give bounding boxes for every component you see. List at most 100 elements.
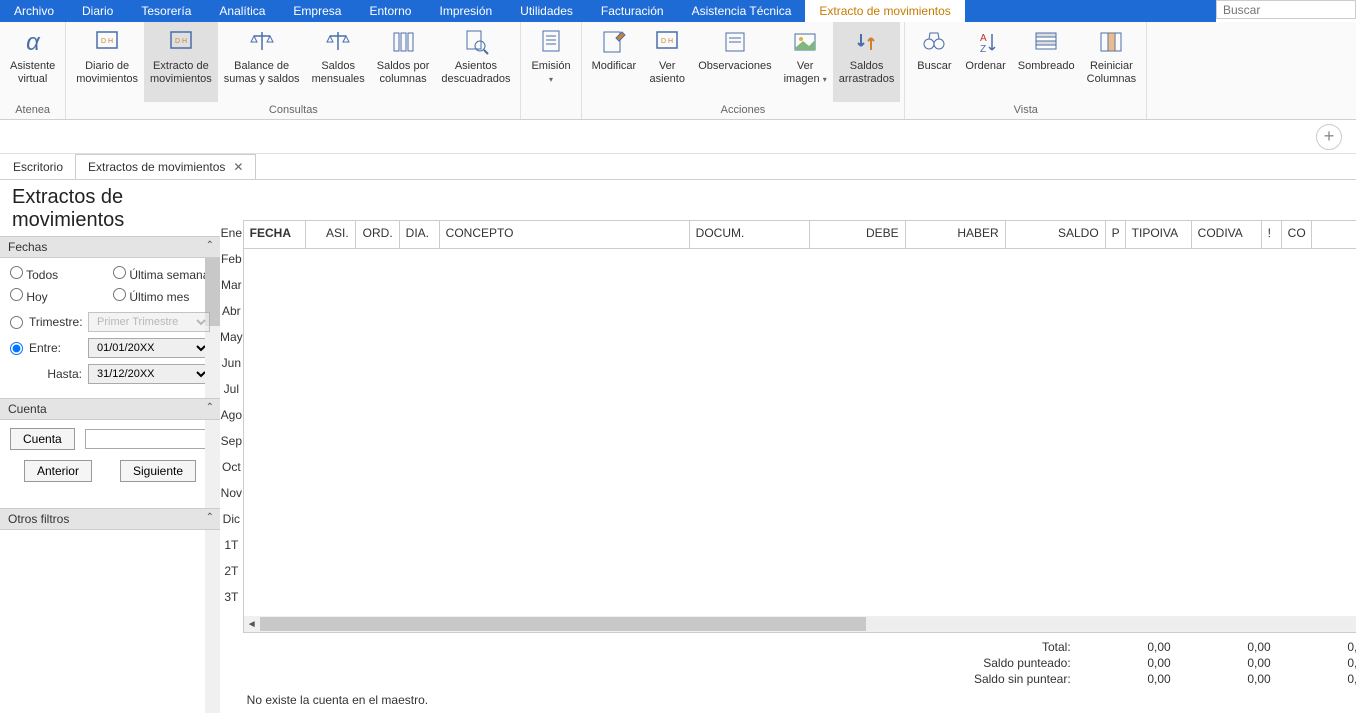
chevron-up-icon: ⌃ xyxy=(206,512,214,523)
menu-item-entorno[interactable]: Entorno xyxy=(355,0,425,22)
month-mar[interactable]: Mar xyxy=(220,272,243,298)
month-oct[interactable]: Oct xyxy=(220,454,243,480)
ribbon-diario-de-button[interactable]: D HDiario demovimientos xyxy=(70,22,144,102)
entre-date[interactable]: 01/01/20XX xyxy=(88,338,210,358)
menu-item-analítica[interactable]: Analítica xyxy=(205,0,279,22)
menu-item-archivo[interactable]: Archivo xyxy=(0,0,68,22)
ribbon-button-label: Asientosdescuadrados xyxy=(441,60,510,86)
col-codiva[interactable]: CODIVA xyxy=(1192,221,1262,248)
month-abr[interactable]: Abr xyxy=(220,298,243,324)
col-[interactable]: ! xyxy=(1262,221,1282,248)
radio-trimestre[interactable]: Trimestre: xyxy=(10,315,82,329)
anterior-button[interactable]: Anterior xyxy=(24,460,92,482)
month-may[interactable]: May xyxy=(220,324,243,350)
col-fecha[interactable]: FECHA xyxy=(244,221,306,248)
tabs-row: EscritorioExtractos de movimientos✕ xyxy=(0,154,1356,180)
ribbon-reiniciar-button[interactable]: ReiniciarColumnas xyxy=(1081,22,1143,102)
col-haber[interactable]: HABER xyxy=(906,221,1006,248)
month-1t[interactable]: 1T xyxy=(220,532,243,558)
month-sep[interactable]: Sep xyxy=(220,428,243,454)
col-ord[interactable]: ORD. xyxy=(356,221,400,248)
month-2t[interactable]: 2T xyxy=(220,558,243,584)
ribbon-ver-button[interactable]: D HVerasiento xyxy=(642,22,692,102)
totals-row: Saldo punteado:0,000,000,00 xyxy=(243,655,1356,671)
ribbon-observaciones-button[interactable]: Observaciones xyxy=(692,22,777,102)
siguiente-button[interactable]: Siguiente xyxy=(120,460,196,482)
totals-saldo: 0,00 xyxy=(1279,640,1356,654)
ribbon-emisión-button[interactable]: Emisión▾ xyxy=(525,22,576,114)
trimestre-select: Primer Trimestre xyxy=(88,312,210,332)
filter-header-cuenta[interactable]: Cuenta ⌃ xyxy=(0,398,220,420)
svg-text:A: A xyxy=(980,33,987,44)
ribbon-group-label: Acciones xyxy=(586,102,901,119)
plus-row: + xyxy=(0,120,1356,154)
cuenta-input[interactable] xyxy=(85,429,220,449)
filter-panel: Fechas ⌃ Todos Última semana Hoy Último … xyxy=(0,236,220,713)
radio-entre[interactable]: Entre: xyxy=(10,341,82,355)
filter-header-cuenta-label: Cuenta xyxy=(8,402,47,416)
hasta-date[interactable]: 31/12/20XX xyxy=(88,364,210,384)
cuenta-button[interactable]: Cuenta xyxy=(10,428,75,450)
ribbon-ver-button[interactable]: Verimagen ▾ xyxy=(778,22,833,102)
ribbon-saldos-por-button[interactable]: Saldos porcolumnas xyxy=(371,22,436,102)
col-p[interactable]: P xyxy=(1106,221,1126,248)
scales-icon xyxy=(246,26,278,58)
chevron-up-icon: ⌃ xyxy=(206,240,214,251)
totals-debe: 0,00 xyxy=(1079,656,1179,670)
totals-haber: 0,00 xyxy=(1179,672,1279,686)
ribbon-saldos-button[interactable]: Saldosarrastrados xyxy=(833,22,901,102)
col-debe[interactable]: DEBE xyxy=(810,221,906,248)
col-co[interactable]: CO xyxy=(1282,221,1312,248)
month-jul[interactable]: Jul xyxy=(220,376,243,402)
month-jun[interactable]: Jun xyxy=(220,350,243,376)
ribbon-asistente-button[interactable]: αAsistentevirtual xyxy=(4,22,61,102)
data-grid: FECHAASI.ORD.DIA.CONCEPTODOCUM.DEBEHABER… xyxy=(243,220,1356,633)
ribbon-asientos-button[interactable]: Asientosdescuadrados xyxy=(435,22,516,102)
filter-header-otros[interactable]: Otros filtros ⌃ xyxy=(0,508,220,530)
ribbon-sombreado-button[interactable]: Sombreado xyxy=(1012,22,1081,102)
month-dic[interactable]: Dic xyxy=(220,506,243,532)
status-message: No existe la cuenta en el maestro. xyxy=(243,687,1356,713)
ribbon-group: BuscarAZOrdenarSombreadoReiniciarColumna… xyxy=(905,22,1147,119)
month-ago[interactable]: Ago xyxy=(220,402,243,428)
ribbon-saldos-button[interactable]: Saldosmensuales xyxy=(306,22,371,102)
search-input[interactable] xyxy=(1216,0,1356,19)
ribbon-buscar-button[interactable]: Buscar xyxy=(909,22,959,102)
menu-item-utilidades[interactable]: Utilidades xyxy=(506,0,587,22)
col-docum[interactable]: DOCUM. xyxy=(690,221,810,248)
ribbon-group-label: Consultas xyxy=(70,102,516,119)
add-button[interactable]: + xyxy=(1316,124,1342,150)
col-concepto[interactable]: CONCEPTO xyxy=(440,221,690,248)
menu-item-diario[interactable]: Diario xyxy=(68,0,127,22)
radio-ultima-semana[interactable]: Última semana xyxy=(113,266,210,282)
menu-item-asistencia-técnica[interactable]: Asistencia Técnica xyxy=(678,0,806,22)
radio-hoy[interactable]: Hoy xyxy=(10,288,107,304)
radio-ultimo-mes[interactable]: Último mes xyxy=(113,288,210,304)
month-ene[interactable]: Ene xyxy=(220,220,243,246)
col-saldo[interactable]: SALDO xyxy=(1006,221,1106,248)
month-feb[interactable]: Feb xyxy=(220,246,243,272)
filter-header-fechas[interactable]: Fechas ⌃ xyxy=(0,236,220,258)
month-nov[interactable]: Nov xyxy=(220,480,243,506)
month-3t[interactable]: 3T xyxy=(220,584,243,610)
ribbon-ordenar-button[interactable]: AZOrdenar xyxy=(959,22,1011,102)
radio-todos[interactable]: Todos xyxy=(10,266,107,282)
col-dia[interactable]: DIA. xyxy=(400,221,440,248)
ribbon-balance-de-button[interactable]: Balance desumas y saldos xyxy=(218,22,306,102)
col-asi[interactable]: ASI. xyxy=(306,221,356,248)
tab-escritorio[interactable]: Escritorio xyxy=(0,154,76,179)
ribbon-extracto-de-button[interactable]: D HExtracto demovimientos xyxy=(144,22,218,102)
binoc-icon xyxy=(918,26,950,58)
menu-item-impresión[interactable]: Impresión xyxy=(425,0,506,22)
menu-item-empresa[interactable]: Empresa xyxy=(279,0,355,22)
scroll-left-icon[interactable]: ◄ xyxy=(244,619,260,630)
grid-hscrollbar[interactable]: ◄ ► xyxy=(244,616,1356,632)
ribbon-modificar-button[interactable]: Modificar xyxy=(586,22,643,102)
left-scrollbar[interactable] xyxy=(205,236,220,713)
col-tipoiva[interactable]: TIPOIVA xyxy=(1126,221,1192,248)
menu-item-tesorería[interactable]: Tesorería xyxy=(127,0,205,22)
tab-extractos-de-movimientos[interactable]: Extractos de movimientos✕ xyxy=(75,154,256,179)
menu-item-facturación[interactable]: Facturación xyxy=(587,0,678,22)
menu-item-extracto-de-movimientos[interactable]: Extracto de movimientos xyxy=(805,0,964,22)
close-icon[interactable]: ✕ xyxy=(233,160,243,174)
